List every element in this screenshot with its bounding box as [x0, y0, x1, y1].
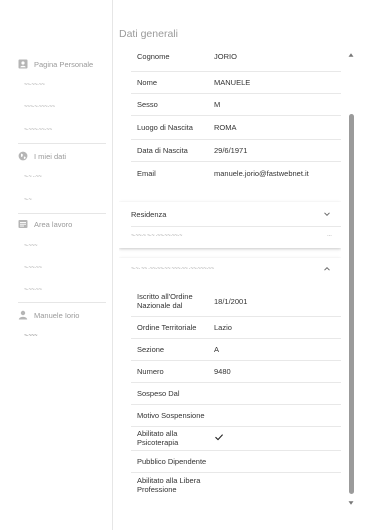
sidebar-link[interactable]: ~·~ — [24, 197, 32, 203]
data-row-sospeso-dal: Sospeso Dal — [137, 382, 329, 404]
data-row-nome: Nome MANUELE — [137, 71, 329, 93]
residenza-panel-header[interactable]: Residenza — [131, 206, 331, 222]
data-row-numero: Numero 9480 — [137, 360, 329, 382]
chevron-down-icon[interactable] — [323, 210, 331, 218]
globe-icon — [18, 151, 28, 161]
data-row-sezione: Sezione A — [137, 338, 329, 360]
checkmark-icon — [215, 434, 224, 441]
field-value: ROMA — [214, 122, 237, 132]
field-label: Cognome — [137, 51, 170, 61]
field-value: Lazio — [214, 322, 232, 332]
sidebar-link[interactable]: ~·~ ··~~ — [24, 174, 42, 180]
field-value: A — [214, 344, 220, 354]
sidebar-section-area-lavoro[interactable]: Area lavoro — [18, 215, 104, 233]
main-content: Cognome JORIO Nome MANUELE Sesso M Luogo… — [119, 48, 341, 518]
field-label: Sezione — [137, 344, 165, 354]
sidebar-section-label: Pagina Personale — [34, 59, 94, 69]
sidebar-section-miei-dati[interactable]: I miei dati — [18, 147, 104, 165]
field-label: Motivo Sospensione — [137, 410, 205, 420]
row-divider — [131, 226, 341, 227]
scroll-up-arrow-icon[interactable] — [348, 52, 354, 58]
field-label: Ordine Territoriale — [137, 322, 197, 332]
sidebar-link[interactable]: ~·~~~ — [24, 243, 37, 249]
data-row-sesso: Sesso M — [137, 93, 329, 115]
data-row-iscrizione: Iscritto all'Ordine Nazionale dal 18/1/2… — [137, 288, 329, 314]
field-label: Nome — [137, 77, 158, 87]
field-label: Luogo di Nascita — [137, 122, 193, 132]
residenza-panel: Residenza ~·~~·~ ~·~ ·~~·~~·~~·~ ··· — [119, 202, 341, 248]
ordine-panel: ~·~· ~~ ·~~·~~·~~ ~~~·~~ ·~~·~~~·~~ Iscr… — [119, 258, 341, 518]
sidebar-link[interactable]: ~·~~~ — [24, 333, 37, 339]
field-label: Email — [137, 168, 156, 178]
sidebar: Pagina Personale ~~·~~·~~ ~~~·~·~~~·~~ ~… — [0, 0, 113, 530]
person-icon — [18, 310, 28, 320]
field-label: Iscritto all'Ordine Nazionale dal — [137, 292, 193, 310]
field-label: Abilitato alla Libera Professione — [137, 476, 201, 494]
field-value: MANUELE — [214, 77, 251, 87]
data-row-luogo-nascita: Luogo di Nascita ROMA — [137, 115, 329, 139]
sidebar-section-user[interactable]: Manuele Iorio — [18, 306, 104, 324]
field-label: Data di Nascita — [137, 145, 188, 155]
sidebar-section-label: Area lavoro — [34, 219, 73, 229]
field-value: 9480 — [214, 366, 231, 376]
sidebar-divider — [18, 302, 106, 303]
field-value: M — [214, 99, 221, 109]
field-label: Numero — [137, 366, 164, 376]
data-row-ordine-territoriale: Ordine Territoriale Lazio — [137, 316, 329, 338]
sidebar-link[interactable]: ~~·~~·~~ — [24, 82, 45, 88]
field-label: Abilitato alla Psicoterapia — [137, 429, 179, 447]
sidebar-section-pagina-personale[interactable]: Pagina Personale — [18, 55, 104, 73]
data-row-email: Email manuele.jorio@fastwebnet.it — [137, 161, 329, 185]
sidebar-link[interactable]: ~·~~·~~ — [24, 265, 42, 271]
sidebar-section-label: Manuele Iorio — [34, 310, 80, 320]
scrollbar-thumb[interactable] — [348, 114, 354, 494]
data-row-pubblico-dipendente: Pubblico Dipendente — [137, 450, 329, 472]
sidebar-link[interactable]: ~·~~·~~ — [24, 287, 42, 293]
sidebar-divider — [18, 213, 106, 214]
sidebar-divider — [18, 143, 106, 144]
data-row-psicoterapia: Abilitato alla Psicoterapia — [137, 426, 329, 450]
field-value: 18/1/2001 — [214, 296, 248, 306]
field-value — [214, 432, 329, 444]
field-label: Sospeso Dal — [137, 388, 180, 398]
data-row-data-nascita: Data di Nascita 29/6/1971 — [137, 139, 329, 161]
chevron-up-icon[interactable] — [323, 265, 331, 273]
data-row-cognome: Cognome JORIO — [137, 49, 329, 63]
field-label: Pubblico Dipendente — [137, 456, 207, 466]
residenza-summary: ~·~~·~ ~·~ ·~~·~~·~~·~ — [131, 233, 183, 239]
page-title: Dati generali — [119, 28, 178, 40]
sidebar-link[interactable]: ~~~·~·~~~·~~ — [24, 104, 55, 110]
field-value: JORIO — [214, 51, 237, 61]
data-row-libera-professione: Abilitato alla Libera Professione — [137, 472, 329, 498]
field-value: 29/6/1971 — [214, 145, 248, 155]
field-value: manuele.jorio@fastwebnet.it — [214, 168, 309, 178]
panel-title: Residenza — [131, 209, 167, 219]
sidebar-section-label: I miei dati — [34, 151, 67, 161]
ordine-panel-header[interactable]: ~·~· ~~ ·~~·~~·~~ ~~~·~~ ·~~·~~~·~~ — [131, 260, 331, 278]
scrollbar[interactable] — [346, 48, 356, 510]
sidebar-link[interactable]: ~·~~~·~~·~~ — [24, 127, 52, 133]
panel-title: ~·~· ~~ ·~~·~~·~~ ~~~·~~ ·~~·~~~·~~ — [131, 266, 214, 272]
residenza-more: ··· — [327, 233, 332, 239]
scroll-down-arrow-icon[interactable] — [348, 500, 354, 506]
data-row-motivo-sospensione: Motivo Sospensione — [137, 404, 329, 426]
field-label: Sesso — [137, 99, 158, 109]
document-list-icon — [18, 220, 28, 228]
person-card-icon — [18, 59, 28, 69]
